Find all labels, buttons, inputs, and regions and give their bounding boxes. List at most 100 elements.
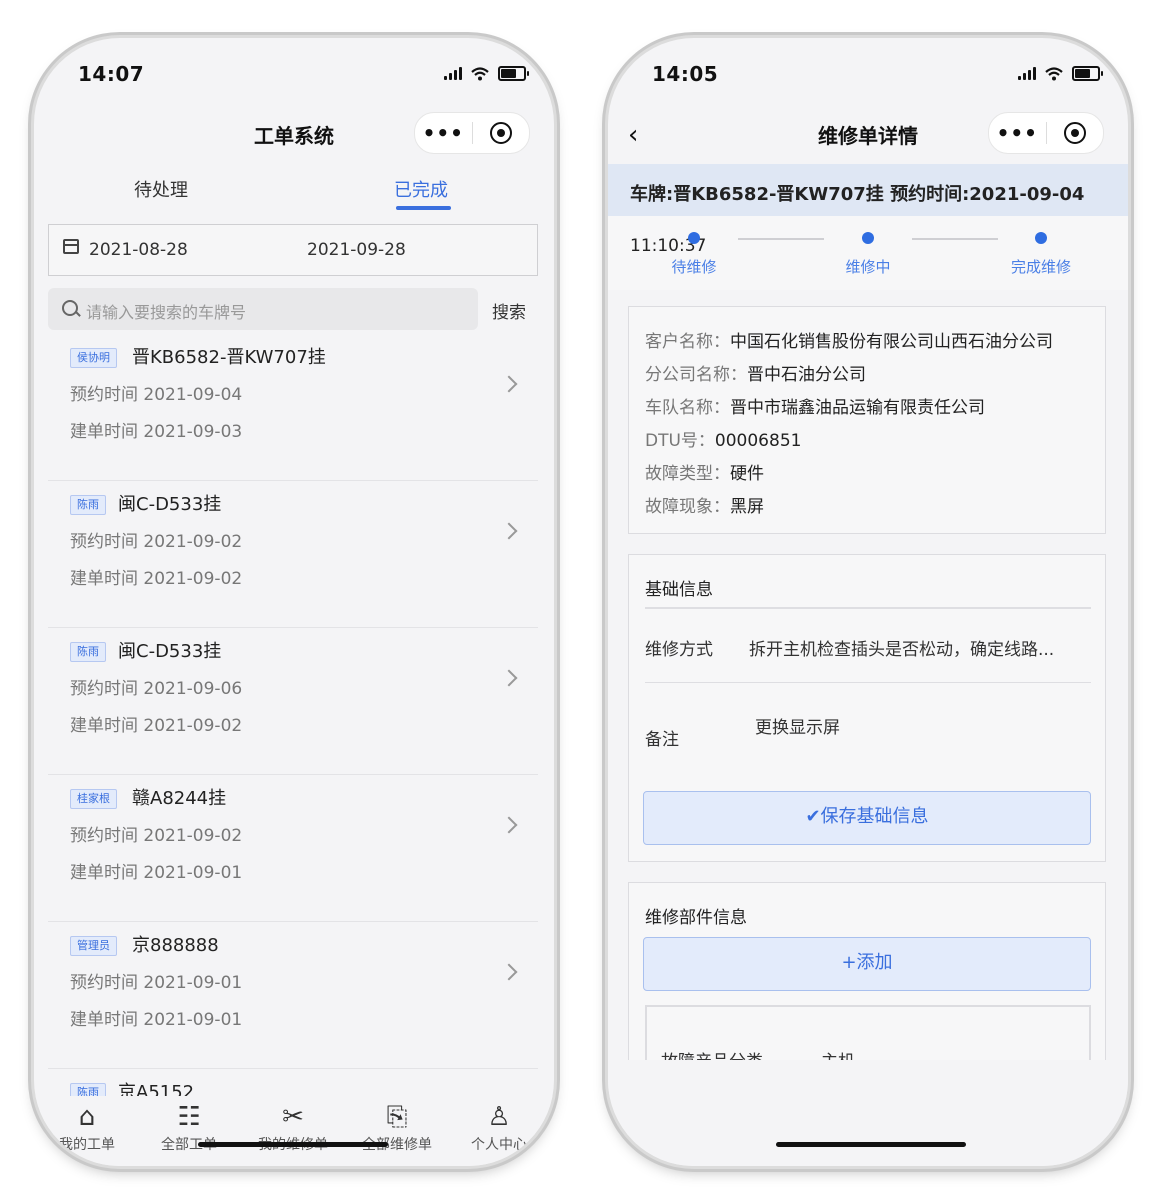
step-dot — [1035, 232, 1047, 244]
wifi-icon — [1045, 66, 1063, 80]
appointment-time: 预约时间 2021-09-02 — [70, 532, 243, 552]
home-icon: ⌂ — [78, 1102, 96, 1132]
tabbar-my-orders[interactable]: ⌂ 我的工单 — [42, 1100, 132, 1154]
target-icon — [489, 122, 512, 144]
created-time: 建单时间 2021-09-01 — [70, 1010, 243, 1030]
battery-icon — [1072, 66, 1103, 81]
fleet-name-row: 车队名称：晋中市瑞鑫油品运输有限责任公司 — [645, 398, 985, 418]
nav-bar: 工单系统 ••• — [34, 108, 554, 164]
step-dot — [862, 232, 874, 244]
mini-program-capsule: ••• — [988, 112, 1104, 154]
bottom-tab-bar: ⌂ 我的工单 ☷ 全部工单 ✂ 我的维修单 ⎘ 全部维修单 ♙ 个人中心 — [34, 1096, 554, 1166]
chevron-right-icon — [500, 963, 518, 981]
more-icon[interactable]: ••• — [989, 113, 1046, 153]
plate-number: 京888888 — [132, 935, 219, 956]
remark-value[interactable]: 更换显示屏 — [755, 713, 840, 738]
signal-icon — [444, 67, 462, 80]
appointment-time: 预约时间 2021-09-02 — [70, 826, 243, 846]
clipboard-icon: ☷ — [177, 1102, 201, 1132]
status-time: 14:05 — [652, 62, 719, 86]
phone-left-work-order-list: 14:07 工单系统 ••• 待处理 已完成 2021-08-28 2021-0… — [34, 38, 554, 1166]
progress-steps: 11:10:37 待维修 维修中 完成维修 — [608, 216, 1128, 290]
close-miniprogram-button[interactable] — [473, 122, 530, 144]
active-tab-indicator — [396, 206, 451, 210]
customer-info-card: 客户名称：中国石化销售股份有限公司山西石油分公司 分公司名称：晋中石油分公司 车… — [628, 306, 1106, 534]
plate-number: 赣A8244挂 — [132, 788, 227, 809]
tabbar-label: 我的工单 — [59, 1137, 115, 1153]
signal-icon — [1018, 67, 1036, 80]
search-button[interactable]: 搜索 — [492, 298, 526, 323]
step-connector — [738, 238, 824, 240]
list-item[interactable]: 桂家根 赣A8244挂 预约时间 2021-09-02 建单时间 2021-09… — [48, 775, 538, 922]
vehicle-info-text: 车牌:晋KB6582-晋KW707挂 预约时间:2021-09-04 — [630, 184, 1085, 205]
customer-name-row: 客户名称：中国石化销售股份有限公司山西石油分公司 — [645, 332, 1053, 352]
appointment-time: 预约时间 2021-09-04 — [70, 385, 243, 405]
list-item[interactable]: 陈雨 闽C-D533挂 预约时间 2021-09-06 建单时间 2021-09… — [48, 628, 538, 775]
step-label-waiting: 待维修 — [671, 258, 717, 276]
more-icon[interactable]: ••• — [415, 113, 472, 153]
tab-completed[interactable]: 已完成 — [394, 176, 448, 202]
plate-number: 闽C-D533挂 — [118, 494, 222, 515]
status-tabs: 待处理 已完成 — [34, 164, 554, 214]
date-range-picker[interactable]: 2021-08-28 2021-09-28 — [48, 224, 538, 276]
parts-info-title: 维修部件信息 — [645, 908, 747, 928]
step-dot — [688, 232, 700, 244]
divider — [645, 607, 1091, 609]
chevron-right-icon — [500, 522, 518, 540]
date-start[interactable]: 2021-08-28 — [89, 240, 188, 260]
basic-info-title: 基础信息 — [645, 580, 713, 600]
branch-name-row: 分公司名称：晋中石油分公司 — [645, 365, 866, 385]
tabbar-label: 个人中心 — [471, 1137, 527, 1153]
add-part-button[interactable]: +添加 — [643, 937, 1091, 991]
chevron-right-icon — [500, 669, 518, 687]
created-time: 建单时间 2021-09-03 — [70, 422, 243, 442]
created-time: 建单时间 2021-09-01 — [70, 863, 243, 883]
status-bar: 14:07 — [34, 38, 554, 108]
repair-doc-icon: ⎘ — [386, 1102, 408, 1132]
tools-icon: ✂ — [282, 1102, 304, 1132]
fault-symptom-row: 故障现象：黑屏 — [645, 497, 764, 517]
plate-number: 闽C-D533挂 — [118, 641, 222, 662]
save-basic-info-button[interactable]: ✔保存基础信息 — [643, 791, 1091, 845]
nav-bar: ‹ 维修单详情 ••• — [608, 108, 1128, 164]
chevron-right-icon — [500, 816, 518, 834]
tabbar-profile[interactable]: ♙ 个人中心 — [454, 1100, 544, 1154]
work-order-list: 侯协明 晋KB6582-晋KW707挂 预约时间 2021-09-04 建单时间… — [48, 334, 538, 1166]
bottom-safe-area — [608, 1060, 1128, 1166]
assignee-badge: 桂家根 — [70, 789, 117, 809]
created-time: 建单时间 2021-09-02 — [70, 716, 243, 736]
person-icon: ♙ — [487, 1102, 511, 1132]
vehicle-info-bar: 车牌:晋KB6582-晋KW707挂 预约时间:2021-09-04 — [608, 164, 1128, 216]
appointment-time: 预约时间 2021-09-06 — [70, 679, 243, 699]
tab-pending[interactable]: 待处理 — [134, 176, 188, 202]
list-item[interactable]: 陈雨 闽C-D533挂 预约时间 2021-09-02 建单时间 2021-09… — [48, 481, 538, 628]
search-input[interactable]: 请输入要搜索的车牌号 — [48, 288, 478, 330]
search-icon — [62, 300, 78, 316]
target-icon — [1063, 122, 1086, 144]
close-miniprogram-button[interactable] — [1047, 122, 1104, 144]
date-end[interactable]: 2021-09-28 — [307, 240, 406, 260]
mini-program-capsule: ••• — [414, 112, 530, 154]
step-label-completed: 完成维修 — [1010, 258, 1071, 276]
appointment-time: 预约时间 2021-09-01 — [70, 973, 243, 993]
plate-number: 晋KB6582-晋KW707挂 — [132, 347, 326, 368]
basic-info-card: 基础信息 维修方式 拆开主机检查插头是否松动，确定线路... 更换显示屏 备注 … — [628, 554, 1106, 862]
assignee-badge: 陈雨 — [70, 495, 106, 515]
repair-method-value[interactable]: 拆开主机检查插头是否松动，确定线路... — [749, 635, 1054, 660]
created-time: 建单时间 2021-09-02 — [70, 569, 243, 589]
remark-label: 备注 — [645, 730, 679, 750]
assignee-badge: 陈雨 — [70, 642, 106, 662]
battery-icon — [498, 66, 529, 81]
calendar-icon — [63, 239, 79, 254]
assignee-badge: 管理员 — [70, 936, 117, 956]
wifi-icon — [471, 66, 489, 80]
list-item[interactable]: 侯协明 晋KB6582-晋KW707挂 预约时间 2021-09-04 建单时间… — [48, 334, 538, 481]
fault-type-row: 故障类型：硬件 — [645, 464, 764, 484]
list-item[interactable]: 管理员 京888888 预约时间 2021-09-01 建单时间 2021-09… — [48, 922, 538, 1069]
step-label-repairing: 维修中 — [845, 258, 891, 276]
status-bar: 14:05 — [608, 38, 1128, 108]
home-indicator — [776, 1142, 966, 1147]
step-connector — [912, 238, 998, 240]
divider — [645, 682, 1091, 683]
search-placeholder: 请输入要搜索的车牌号 — [86, 303, 247, 322]
